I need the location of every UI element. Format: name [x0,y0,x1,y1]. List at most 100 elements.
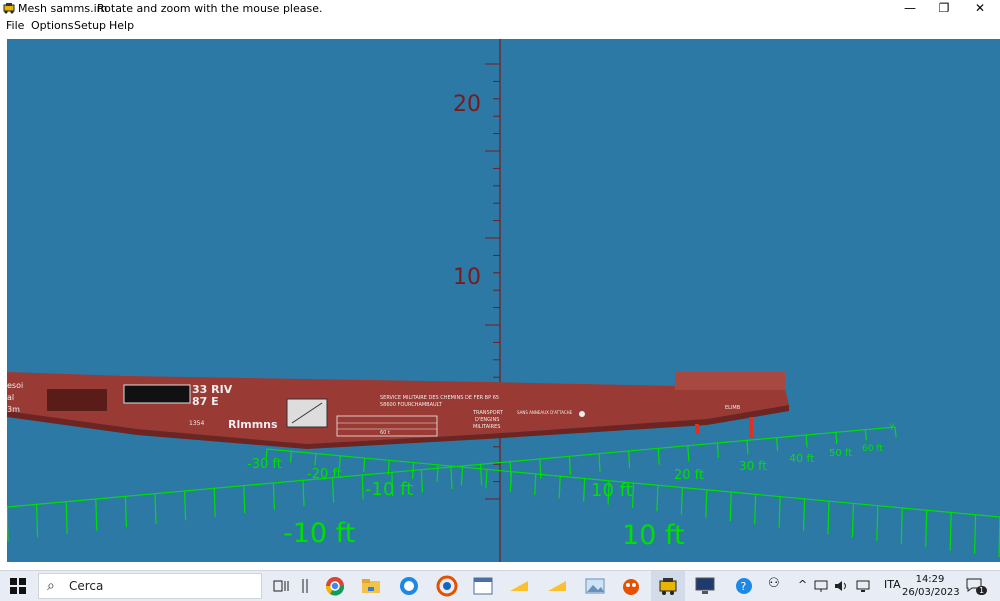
grid-tick-mark [894,426,897,438]
grid-tick-mark [568,456,571,476]
wagon-transport-2: D'ENGINS [475,417,499,423]
wagon-right-mark: ELIMB [725,405,741,411]
grid-tick-mark [213,488,216,517]
notification-count: 1 [976,586,988,595]
volume-icon[interactable] [834,579,848,593]
label-near-10: 10 ft [622,520,685,551]
grid-tick-mark [460,467,464,486]
grid-tick-mark [746,440,749,455]
app-monitor-icon[interactable] [694,575,716,597]
app-orange-ring-icon[interactable] [436,575,458,597]
app-photos-icon[interactable] [584,575,606,597]
wagon-class-label: Rlmmns [228,418,278,431]
app-window-icon[interactable] [472,575,494,597]
label-far-20: 20 ft [674,468,704,483]
menu-file[interactable]: File [6,19,24,32]
grid-tick-mark [95,498,98,531]
help-icon[interactable]: ? [733,575,755,597]
people-icon[interactable]: ⚇ [768,576,780,591]
app-mascot-icon[interactable] [620,575,642,597]
grid-tick-mark [420,469,423,493]
grid-tick-mark [450,466,453,490]
menu-help[interactable]: Help [109,19,134,32]
app-yellow-wedge-icon[interactable] [508,575,530,597]
grid-tick-mark [412,462,415,479]
grid-tick-mark [314,453,317,466]
grid-tick-mark [776,437,779,451]
grid-tick-mark [805,434,808,448]
app-icon [3,3,15,14]
mesh-viewer-icon[interactable] [657,575,679,597]
app-yellow-wedge-2-icon[interactable] [546,575,568,597]
label-mid-10: 10 ft [591,480,633,501]
grid-tick-mark [289,451,293,463]
grid-tick-mark [302,480,305,507]
grid-tick-mark [272,482,275,510]
grid-tick-mark [925,510,928,548]
task-view-icon[interactable] [270,575,292,597]
chrome-icon[interactable] [324,575,346,597]
file-explorer-icon[interactable] [360,575,382,597]
scene-canvas[interactable]: 20 10 33 RIV 87 E Rlmmns SERVICE MILITAI… [7,39,1000,562]
grid-tick-mark [729,492,732,522]
grid-tick-mark [363,458,366,473]
vertical-tick-20: 20 [453,92,481,117]
app-blue-circle-icon[interactable] [398,575,420,597]
minimize-button[interactable]: — [894,0,926,17]
label-far-neg20: -20 ft [307,467,342,482]
vertical-tick-10: 10 [453,265,481,290]
display-icon[interactable] [856,579,870,593]
label-mid-neg10: -10 ft [365,479,413,500]
grid-tick-mark [687,445,690,462]
grid-tick-mark [754,494,757,525]
grid-tick-mark [558,476,561,499]
grid-tick-mark [436,464,439,482]
title-bar: Mesh samms.im Rotate and zoom with the m… [0,0,1000,17]
taskbar-search-box[interactable]: ⌕ Cerca [38,573,262,599]
grid-tick-mark [36,504,39,538]
menu-setup[interactable]: Setup [74,19,106,32]
svg-text:?: ? [741,580,747,593]
label-near-neg10: -10 ft [283,518,355,549]
label-y-axis: Y [888,423,895,433]
label-far-40: 40 ft [789,452,815,465]
grid-tick-mark [705,489,708,518]
grid-tick-mark [243,485,246,514]
grid-tick-mark [65,501,68,535]
wagon-left-mark-1: esoi [7,381,23,390]
3d-viewport[interactable]: 20 10 33 RIV 87 E Rlmmns SERVICE MILITAI… [7,39,1000,562]
label-far-60: 60 ft [862,444,883,454]
grid-tick-mark [851,503,854,538]
grid-tick-mark [628,450,631,469]
label-far-50: 50 ft [829,448,852,459]
grid-tick-mark [534,473,537,495]
windows-start-icon[interactable] [10,578,26,594]
search-placeholder: Cerca [69,579,104,593]
grid-tick-mark [827,501,830,535]
wagon-operator-2: 58600 FOURCHAMBAULT [380,402,443,408]
grid-tick-mark [657,448,660,465]
grid-tick-mark [485,469,488,489]
grid-tick-mark [802,498,806,531]
grid-tick-mark [184,490,187,521]
widgets-icon[interactable] [294,575,316,597]
menu-options[interactable]: Options [31,19,73,32]
wagon-transport-3: MILITAIRES [473,424,500,430]
clock[interactable]: 14:29 26/03/2023 [902,573,960,599]
wagon-small-number: 1354 [189,420,204,427]
language-indicator[interactable]: ITA [884,578,901,591]
wagon-operator-1: SERVICE MILITAIRE DES CHEMINS DE FER BP … [380,395,499,401]
taskbar: ⌕ Cerca ? ⚇ ^ ITA 14:29 26/03/2023 1 [0,570,1000,601]
menu-bar: File Options Setup Help [0,17,1000,34]
chevron-up-icon[interactable]: ^ [798,578,807,591]
network-icon[interactable] [814,579,828,593]
wagon-transport-1: TRANSPORT [472,410,504,416]
restore-button[interactable]: ❐ [928,0,960,17]
wagon-code-2: 87 E [192,395,219,408]
wagon-left-mark-3: 3m [7,405,20,414]
grid-tick-mark [778,496,781,528]
grid-tick-mark [361,474,364,500]
clock-time: 14:29 [915,574,945,585]
close-button[interactable]: ✕ [964,0,996,17]
grid-tick-mark [124,496,127,528]
